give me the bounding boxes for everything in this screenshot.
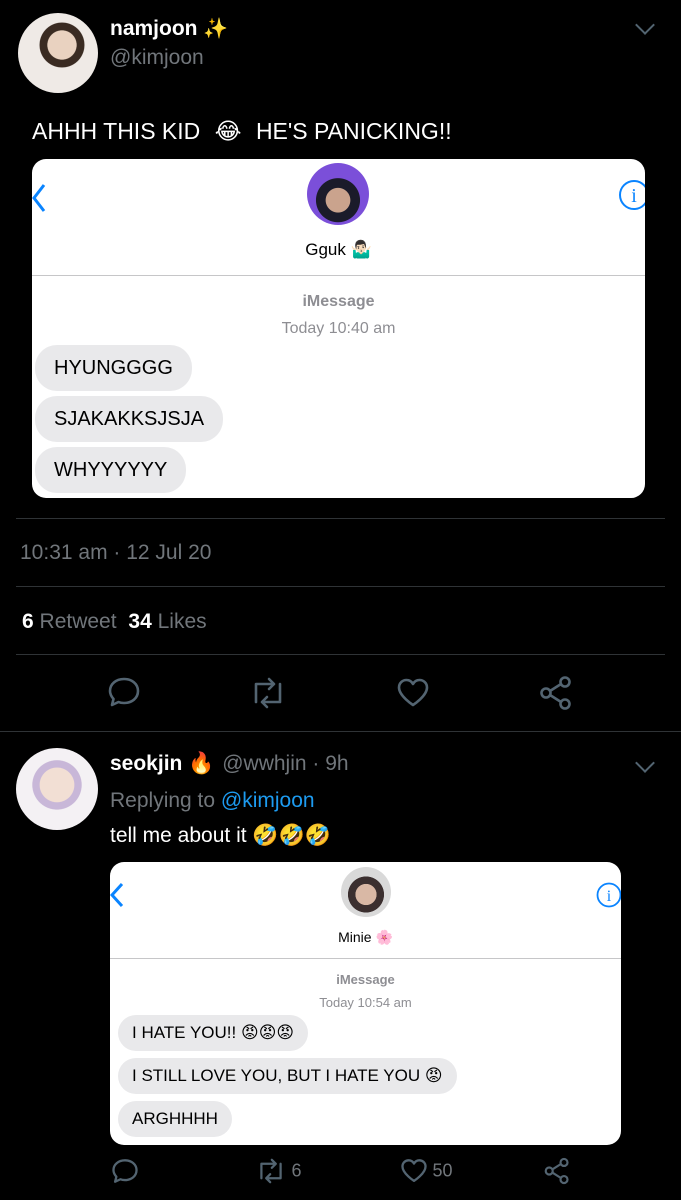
retweet-action[interactable]: 6 — [255, 1157, 301, 1185]
retweet-count[interactable]: 6 — [22, 610, 34, 633]
retweet-icon — [260, 1158, 282, 1184]
replying-to-handle[interactable]: @kimjoon — [221, 789, 315, 812]
reply-icon[interactable] — [111, 1157, 139, 1185]
author-handle[interactable]: @kimjoon — [110, 46, 204, 70]
service-label: iMessage — [336, 972, 395, 987]
angry-emoji-icons: 😡😡😡 — [240, 1023, 295, 1042]
author-avatar[interactable] — [18, 13, 98, 93]
message-bubble: SJAKAKKSJSJA — [35, 396, 224, 442]
like-icon[interactable] — [396, 676, 430, 710]
like-icon — [401, 1159, 427, 1183]
message-bubble: I HATE YOU!! 😡😡😡 — [118, 1015, 309, 1051]
svg-text:i: i — [607, 888, 612, 905]
share-icon[interactable] — [538, 675, 574, 711]
back-chevron-icon — [110, 882, 124, 908]
tweet-timestamp[interactable]: 10:31 am · 12 Jul 20 — [20, 541, 211, 565]
tweet-text: AHHH THIS KID 😂 HE'S PANICKING!! — [32, 118, 452, 145]
like-action[interactable]: 50 — [400, 1157, 452, 1185]
reply-text-body: tell me about it — [110, 824, 247, 847]
shrug-emoji-icon: 🤷🏻‍♂️ — [350, 240, 372, 259]
like-count: 50 — [432, 1160, 453, 1181]
retweet-label[interactable]: Retweet — [40, 610, 117, 633]
sparkles-icon: ✨ — [203, 18, 229, 40]
contact-name: Minie 🌸 — [338, 929, 393, 945]
chevron-down-icon[interactable] — [635, 753, 655, 773]
back-chevron-icon — [32, 184, 46, 212]
rofl-emoji-icons: 🤣🤣🤣 — [252, 824, 331, 847]
reply-text: tell me about it 🤣🤣🤣 — [110, 824, 331, 848]
message-text: ARGHHHH — [132, 1109, 218, 1128]
like-count[interactable]: 34 — [128, 610, 151, 633]
reply-author-name[interactable]: seokjin — [110, 752, 182, 775]
reply-header: seokjin 🔥 @wwhjin · 9h — [110, 752, 349, 776]
message-timestamp: Today 10:40 am — [281, 320, 396, 337]
tweet-text-part2: HE'S PANICKING!! — [255, 118, 452, 144]
contact-avatar — [341, 867, 391, 917]
message-bubble: HYUNGGGG — [35, 345, 192, 391]
engagement-stats: 6 Retweet 34 Likes — [22, 610, 207, 634]
contact-avatar — [307, 163, 369, 225]
author-name[interactable]: namjoon — [110, 17, 198, 40]
retweet-icon[interactable] — [248, 676, 288, 710]
reply-icon[interactable] — [107, 675, 141, 709]
reply-image[interactable]: Minie 🌸 i iMessage Today 10:54 am I HATE… — [110, 862, 621, 1145]
contact-name: Gguk 🤷🏻‍♂️ — [305, 240, 372, 259]
like-label[interactable]: Likes — [158, 610, 207, 633]
reply-author-avatar[interactable] — [16, 748, 98, 830]
message-bubble: ARGHHHH — [118, 1101, 232, 1137]
service-label: iMessage — [302, 293, 375, 310]
replying-to-label: Replying to — [110, 789, 216, 812]
message-text: I HATE YOU!! — [132, 1023, 237, 1042]
info-icon: i — [596, 882, 621, 908]
tweet-image[interactable]: Gguk 🤷🏻‍♂️ i iMessage Today 10:40 am HYU… — [32, 159, 645, 498]
chevron-down-icon[interactable] — [635, 15, 655, 35]
message-bubble: I STILL LOVE YOU, BUT I HATE YOU 😡 — [118, 1058, 457, 1094]
reply-time[interactable]: · 9h — [312, 752, 348, 775]
laughing-emoji-icon: 😂 — [214, 118, 242, 144]
blossom-emoji-icon: 🌸 — [375, 929, 393, 945]
message-text: I STILL LOVE YOU, BUT I HATE YOU — [132, 1066, 421, 1085]
svg-text:i: i — [631, 185, 637, 207]
reply-author-handle[interactable]: @wwhjin — [222, 752, 306, 775]
info-icon: i — [619, 180, 645, 210]
message-timestamp: Today 10:54 am — [319, 995, 412, 1010]
retweet-count: 6 — [291, 1160, 302, 1181]
message-bubble: WHYYYYYY — [35, 447, 187, 493]
angry-emoji-icon: 😡 — [424, 1066, 443, 1085]
share-icon[interactable] — [543, 1157, 571, 1185]
replying-to: Replying to @kimjoon — [110, 789, 315, 813]
tweet-text-part1: AHHH THIS KID — [32, 118, 201, 144]
fire-icon: 🔥 — [188, 752, 215, 775]
